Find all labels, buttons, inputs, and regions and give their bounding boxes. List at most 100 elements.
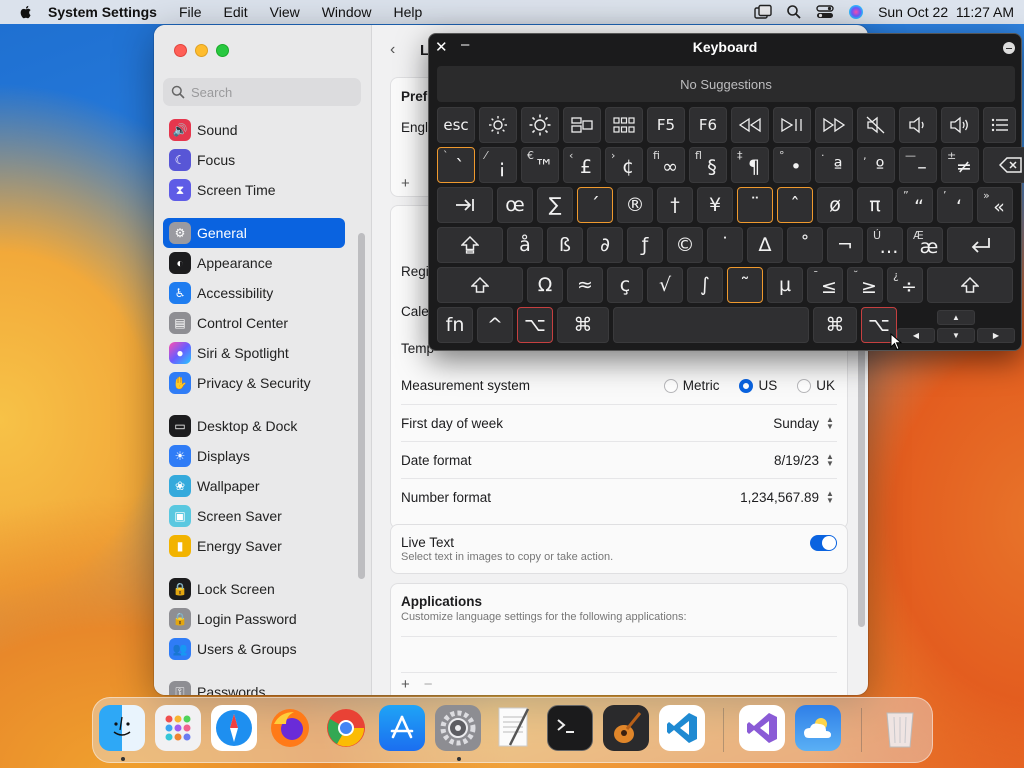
safari-icon[interactable] <box>211 705 257 751</box>
space-key[interactable] <box>613 307 809 343</box>
apple-icon[interactable] <box>18 4 34 20</box>
sidebar-item-users-groups[interactable]: 👥 Users & Groups <box>163 634 345 664</box>
control-center-icon[interactable] <box>816 4 834 20</box>
search-input[interactable] <box>191 84 351 100</box>
key-h[interactable]: ˙ <box>707 227 743 263</box>
key-w[interactable]: ∑ <box>537 187 573 223</box>
volume-down-icon[interactable] <box>899 107 937 143</box>
list-icon[interactable] <box>983 107 1016 143</box>
sidebar-item-login-password[interactable]: 🔒 Login Password <box>163 604 345 634</box>
number-format-select[interactable]: 1,234,567.89 ▲ ▼ <box>740 489 835 505</box>
add-application-button[interactable]: + <box>401 676 410 693</box>
arrow-left-key[interactable]: ◀ <box>897 328 935 343</box>
key-f5[interactable]: F5 <box>647 107 685 143</box>
sidebar-item-control-center[interactable]: ▤ Control Center <box>163 308 345 338</box>
key-s[interactable]: ß <box>547 227 583 263</box>
radio-metric[interactable]: Metric <box>663 378 719 393</box>
key-e[interactable]: ´ <box>577 187 613 223</box>
vscode-icon[interactable] <box>659 705 705 751</box>
key-b[interactable]: ∫ <box>687 267 723 303</box>
return-key[interactable] <box>947 227 1015 263</box>
fast-forward-icon[interactable] <box>815 107 853 143</box>
key-semicolon[interactable]: Ú… <box>867 227 903 263</box>
key-r[interactable]: ® <box>617 187 653 223</box>
key-u[interactable]: ¨ <box>737 187 773 223</box>
key-backslash[interactable]: » « <box>977 187 1013 223</box>
minimize-button[interactable] <box>195 44 208 57</box>
menu-edit[interactable]: Edit <box>224 4 248 20</box>
mission-control-icon[interactable] <box>563 107 601 143</box>
fn-key[interactable]: fn <box>437 307 473 343</box>
arrow-down-key[interactable]: ▼ <box>937 328 975 343</box>
menu-help[interactable]: Help <box>394 4 423 20</box>
key-backtick[interactable]: ` ` <box>437 147 475 183</box>
arrow-right-key[interactable]: ▶ <box>977 328 1015 343</box>
arrow-up-key[interactable]: ▲ <box>937 310 975 325</box>
key-f[interactable]: ƒ <box>627 227 663 263</box>
key-7[interactable]: ‡ ¶ <box>731 147 769 183</box>
key-n[interactable]: ˜ <box>727 267 763 303</box>
sidebar-item-desktop-dock[interactable]: ▭ Desktop & Dock <box>163 411 345 441</box>
sidebar-item-privacy-security[interactable]: ✋ Privacy & Security <box>163 368 345 398</box>
sidebar-item-focus[interactable]: ☾ Focus <box>163 145 345 175</box>
key-y[interactable]: ¥ <box>697 187 733 223</box>
key-period[interactable]: ˘ ≥ <box>847 267 883 303</box>
key-6[interactable]: ﬂ § <box>689 147 727 183</box>
remove-application-button[interactable]: − <box>424 676 433 693</box>
visual-studio-icon[interactable] <box>739 705 785 751</box>
window-switcher-icon[interactable] <box>754 4 772 20</box>
trash-icon[interactable] <box>877 705 923 751</box>
left-shift-key[interactable] <box>437 267 523 303</box>
close-button[interactable] <box>174 44 187 57</box>
key-4[interactable]: › ¢ <box>605 147 643 183</box>
firefox-icon[interactable] <box>267 705 313 751</box>
sidebar-item-energy-saver[interactable]: ▮ Energy Saver <box>163 531 345 561</box>
live-text-toggle[interactable] <box>810 535 837 551</box>
back-button[interactable]: ‹ <box>390 41 395 59</box>
key-q[interactable]: œ <box>497 187 533 223</box>
key-quote[interactable]: Ææ <box>907 227 943 263</box>
add-language-button[interactable]: + <box>401 175 410 192</box>
sidebar-item-wallpaper[interactable]: ❀ Wallpaper <box>163 471 345 501</box>
siri-icon[interactable] <box>848 4 864 20</box>
sidebar-item-sound[interactable]: 🔊 Sound <box>163 115 345 145</box>
sidebar-item-displays[interactable]: ☀ Displays <box>163 441 345 471</box>
key-9[interactable]: · ª <box>815 147 853 183</box>
key-g[interactable]: © <box>667 227 703 263</box>
date-format-select[interactable]: 8/19/23 ▲ ▼ <box>774 452 835 468</box>
textedit-icon[interactable] <box>491 705 537 751</box>
key-2[interactable]: € ™ <box>521 147 559 183</box>
key-comma[interactable]: ¯ ≤ <box>807 267 843 303</box>
system-settings-icon[interactable] <box>435 705 481 751</box>
app-store-icon[interactable] <box>379 705 425 751</box>
menu-view[interactable]: View <box>270 4 300 20</box>
radio-us[interactable]: US <box>739 378 777 393</box>
menu-window[interactable]: Window <box>322 4 372 20</box>
control-key[interactable]: ^ <box>477 307 513 343</box>
key-esc[interactable]: esc <box>437 107 475 143</box>
brightness-up-icon[interactable] <box>521 107 559 143</box>
key-left-bracket[interactable]: ” “ <box>897 187 933 223</box>
rewind-icon[interactable] <box>731 107 769 143</box>
menu-app-name[interactable]: System Settings <box>48 4 157 20</box>
sidebar-item-screen-saver[interactable]: ▣ Screen Saver <box>163 501 345 531</box>
key-f6[interactable]: F6 <box>689 107 727 143</box>
sidebar-item-passwords[interactable]: ⚿ Passwords <box>163 677 345 695</box>
key-x[interactable]: ≈ <box>567 267 603 303</box>
mute-icon[interactable] <box>857 107 895 143</box>
chrome-icon[interactable] <box>323 705 369 751</box>
key-p[interactable]: π <box>857 187 893 223</box>
key-right-bracket[interactable]: ’ ‘ <box>937 187 973 223</box>
sidebar-item-general[interactable]: ⚙ General <box>163 218 345 248</box>
key-l[interactable]: ¬ <box>827 227 863 263</box>
key-0[interactable]: ‚ º <box>857 147 895 183</box>
key-t[interactable]: † <box>657 187 693 223</box>
key-o[interactable]: ø <box>817 187 853 223</box>
caps-lock-key[interactable] <box>437 227 503 263</box>
spotlight-icon[interactable] <box>786 4 802 20</box>
zoom-button[interactable] <box>216 44 229 57</box>
radio-uk[interactable]: UK <box>797 378 835 393</box>
sidebar-item-siri-spotlight[interactable]: ● Siri & Spotlight <box>163 338 345 368</box>
left-command-key[interactable]: ⌘ <box>557 307 609 343</box>
key-k[interactable]: ˚ <box>787 227 823 263</box>
